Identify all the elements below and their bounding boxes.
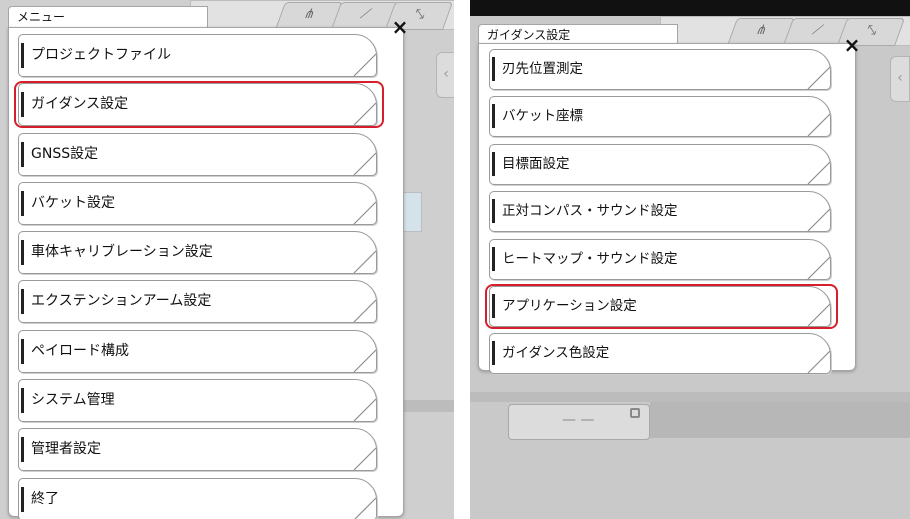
menu-item-label: システム管理 <box>31 392 115 409</box>
item-marker <box>21 486 24 512</box>
item-marker <box>492 104 495 129</box>
menu-item-payload-config[interactable]: ペイロード構成 <box>18 329 377 373</box>
corner-arrow-icon <box>353 152 377 176</box>
top-status-bar <box>470 0 910 16</box>
menu-item-label: プロジェクトファイル <box>31 47 171 63</box>
corner-arrow-icon <box>807 113 831 137</box>
item-marker <box>21 92 24 118</box>
menu-item-extension-arm[interactable]: エクステンションアーム設定 <box>18 280 377 324</box>
submenu-panel: × 刃先位置測定 バケット座標 目標面設定 正対コンパス・サウンド設定 ヒートマ… <box>478 33 860 375</box>
menu-item-label: ヒートマップ・サウンド設定 <box>502 250 678 267</box>
close-icon[interactable]: × <box>387 14 413 40</box>
panel-title: メニュー <box>17 10 66 24</box>
submenu-list: 刃先位置測定 バケット座標 目標面設定 正対コンパス・サウンド設定 ヒートマップ <box>485 49 838 381</box>
corner-arrow-icon <box>353 201 377 225</box>
menu-item-label: 車体キャリブレーション設定 <box>31 244 213 261</box>
item-marker <box>21 437 24 463</box>
menu-list: プロジェクトファイル ガイダンス設定 GNSS設定 バケット設定 車体キャリブレ <box>14 34 384 519</box>
corner-arrow-icon <box>807 256 831 279</box>
item-marker <box>21 43 24 68</box>
item-marker <box>21 289 24 315</box>
menu-item-label: 刃先位置測定 <box>502 61 583 77</box>
menu-panel: × プロジェクトファイル ガイダンス設定 GNSS設定 バケット設定 車体キャリ… <box>8 15 408 519</box>
corner-arrow-icon <box>807 350 831 374</box>
corner-arrow-icon <box>353 398 377 422</box>
menu-item-guidance-settings[interactable]: ガイダンス設定 <box>14 81 384 129</box>
menu-item-gnss-settings[interactable]: GNSS設定 <box>18 132 377 176</box>
menu-item-admin-settings[interactable]: 管理者設定 <box>18 428 377 472</box>
menu-item-guidance-color[interactable]: ガイダンス色設定 <box>489 333 831 375</box>
panel-title-tab: メニュー <box>8 6 208 29</box>
menu-item-bucket-coordinates[interactable]: バケット座標 <box>489 96 831 138</box>
menu-item-system-management[interactable]: システム管理 <box>18 379 377 423</box>
right-screenshot: ⋔ ⟋ ⤡ ‹ — — ガイダンス設定 × 刃先位置測定 バケット座標 目標面設… <box>470 0 910 519</box>
item-marker <box>492 57 495 81</box>
item-marker <box>492 341 495 366</box>
panel-title-tab: ガイダンス設定 <box>478 24 678 45</box>
menu-item-label: アプリケーション設定 <box>502 297 637 314</box>
menu-item-bucket-settings[interactable]: バケット設定 <box>18 181 377 225</box>
background-block <box>650 402 910 438</box>
menu-item-compass-sound[interactable]: 正対コンパス・サウンド設定 <box>489 191 831 233</box>
panel-title: ガイダンス設定 <box>487 28 571 42</box>
menu-item-label: 管理者設定 <box>31 441 101 458</box>
left-screenshot: ⋔ ⟋ ⤡ ‹ メニュー × プロジェクトファイル ガイダンス設定 GNSS設定 <box>0 0 454 519</box>
menu-item-label: エクステンションアーム設定 <box>31 293 212 310</box>
menu-item-label: 正対コンパス・サウンド設定 <box>502 203 678 220</box>
menu-item-application-settings[interactable]: アプリケーション設定 <box>485 283 838 329</box>
menu-item-label: 終了 <box>31 490 59 507</box>
corner-arrow-icon <box>353 250 377 274</box>
corner-arrow-icon <box>353 497 377 519</box>
menu-item-heatmap-sound[interactable]: ヒートマップ・サウンド設定 <box>489 238 831 280</box>
menu-item-machine-calibration[interactable]: 車体キャリブレーション設定 <box>18 231 377 275</box>
menu-item-label: ガイダンス設定 <box>31 96 129 113</box>
background-side-handle: ‹ <box>436 52 454 98</box>
item-marker <box>21 240 24 266</box>
menu-item-target-surface[interactable]: 目標面設定 <box>489 143 831 185</box>
corner-arrow-icon <box>353 349 377 373</box>
corner-arrow-icon <box>353 102 377 126</box>
background-dash: — — <box>562 412 595 428</box>
corner-arrow-icon <box>807 303 831 327</box>
item-marker <box>21 141 24 167</box>
item-marker <box>492 199 495 224</box>
background-side-handle: ‹ <box>890 56 910 102</box>
item-marker <box>492 151 495 176</box>
menu-item-exit[interactable]: 終了 <box>18 477 377 519</box>
corner-arrow-icon <box>807 208 831 232</box>
menu-item-project-file[interactable]: プロジェクトファイル <box>18 34 377 77</box>
item-marker <box>21 388 24 414</box>
menu-item-edge-position-measure[interactable]: 刃先位置測定 <box>489 49 831 90</box>
menu-item-label: GNSS設定 <box>31 145 99 162</box>
corner-arrow-icon <box>353 53 377 77</box>
item-marker <box>492 246 495 271</box>
corner-arrow-icon <box>807 66 831 90</box>
item-marker <box>21 338 24 364</box>
item-marker <box>21 190 24 216</box>
close-icon[interactable]: × <box>839 32 865 58</box>
corner-arrow-icon <box>807 161 831 185</box>
menu-item-label: 目標面設定 <box>502 155 570 172</box>
background-bar <box>470 392 910 402</box>
item-marker <box>492 293 495 318</box>
corner-arrow-icon <box>353 447 377 471</box>
corner-arrow-icon <box>353 300 377 323</box>
menu-item-label: ペイロード構成 <box>31 342 129 359</box>
menu-item-label: バケット座標 <box>502 108 583 125</box>
background-square-icon <box>630 408 640 418</box>
menu-item-label: バケット設定 <box>31 194 115 211</box>
menu-item-label: ガイダンス色設定 <box>502 345 610 362</box>
